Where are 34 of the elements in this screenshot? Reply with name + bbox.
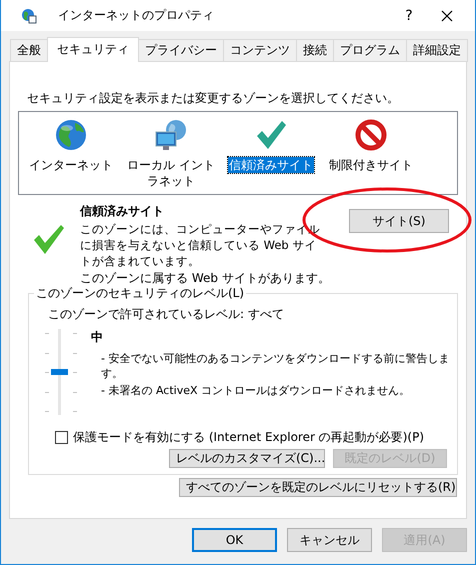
custom-level-button[interactable]: レベルのカスタマイズ(C)... xyxy=(169,449,325,468)
zone-status: このゾーンに属する Web サイトがあります。 xyxy=(80,270,331,287)
group-legend: このゾーンのセキュリティのレベル(L) xyxy=(34,286,246,301)
checkbox-label[interactable]: 保護モードを有効にする (Internet Explorer の再起動が必要)(P) xyxy=(73,429,424,446)
tab[interactable]: 接続 xyxy=(296,39,333,62)
tab[interactable]: 詳細設定 xyxy=(406,39,468,62)
window-title: インターネットのプロパティ xyxy=(58,7,215,24)
tab[interactable]: プログラム xyxy=(333,39,406,62)
zone-item[interactable]: ローカル イントラネット xyxy=(124,157,218,189)
app-icon xyxy=(21,8,37,24)
allowed-level-text: このゾーンで許可されているレベル: すべて xyxy=(48,306,284,323)
tab[interactable]: コンテンツ xyxy=(223,39,296,62)
no-entry-icon xyxy=(354,118,388,152)
help-button[interactable]: ? xyxy=(389,8,429,24)
tab[interactable]: 全般 xyxy=(10,39,47,62)
instruction-text: セキュリティ設定を表示または変更するゾーンを選択してください。 xyxy=(27,90,399,107)
zone-title: 信頼済みサイト xyxy=(80,203,165,220)
dialog-button[interactable]: OK xyxy=(192,528,277,552)
reset-zones-button[interactable]: すべてのゾーンを既定のレベルにリセットする(R) xyxy=(179,478,457,497)
close-icon[interactable] xyxy=(441,10,453,22)
sites-button[interactable]: サイト(S) xyxy=(349,209,449,233)
dialog-button[interactable]: キャンセル xyxy=(287,528,372,552)
level-note: - 安全でない可能性のあるコンテンツをダウンロードする前に警告します。 xyxy=(101,351,450,381)
checkbox[interactable] xyxy=(55,431,68,444)
slider-thumb[interactable] xyxy=(51,369,68,375)
monitor-globe-icon xyxy=(153,118,189,152)
zone-item[interactable]: 信頼済みサイト xyxy=(228,157,314,173)
level-name: 中 xyxy=(91,329,104,346)
zone-item[interactable]: インターネット xyxy=(28,157,114,173)
zone-item[interactable]: 制限付きサイト xyxy=(328,157,414,173)
globe-icon xyxy=(54,118,88,152)
level-note: - 未署名の ActiveX コントロールはダウンロードされません。 xyxy=(101,383,412,398)
check-icon xyxy=(32,222,66,256)
tab[interactable]: セキュリティ xyxy=(47,37,139,62)
